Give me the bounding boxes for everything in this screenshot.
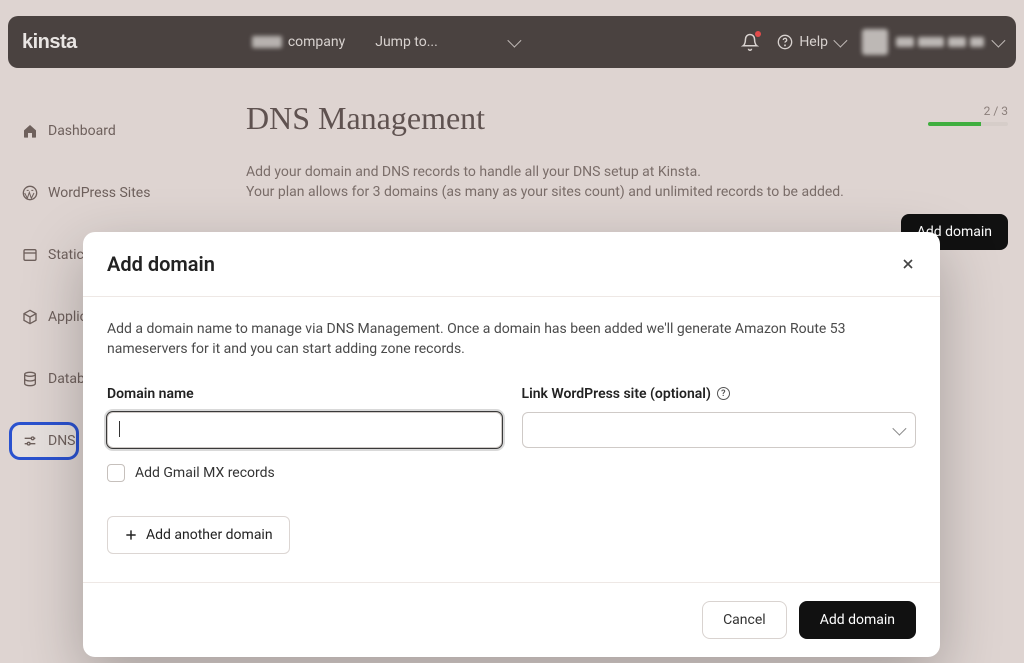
modal-body: Add a domain name to manage via DNS Mana… xyxy=(83,297,940,582)
help-label: Help xyxy=(799,34,828,50)
page-desc-line: Add your domain and DNS records to handl… xyxy=(246,163,1008,183)
page-description: Add your domain and DNS records to handl… xyxy=(246,163,1008,202)
top-bar: kinsta company Jump to... Help xyxy=(8,16,1016,68)
browser-icon xyxy=(22,247,38,263)
link-wp-label: Link WordPress site (optional) ? xyxy=(522,386,917,402)
domain-name-input[interactable] xyxy=(107,412,502,448)
add-domain-submit-label: Add domain xyxy=(820,612,895,628)
domains-progress: 2 / 3 xyxy=(928,104,1008,126)
link-wp-label-text: Link WordPress site (optional) xyxy=(522,386,711,402)
company-selector[interactable]: company xyxy=(252,34,345,50)
modal-footer: Cancel Add domain xyxy=(83,582,940,657)
topbar-center: company Jump to... xyxy=(252,34,518,50)
modal-description: Add a domain name to manage via DNS Mana… xyxy=(107,319,916,360)
company-suffix: company xyxy=(288,34,345,50)
cancel-button[interactable]: Cancel xyxy=(702,601,787,639)
help-circle-icon xyxy=(777,34,793,50)
chevron-down-icon xyxy=(507,34,521,48)
form-row: Domain name Link WordPress site (optiona… xyxy=(107,386,916,448)
topbar-right: Help xyxy=(741,29,1002,55)
page-title: DNS Management xyxy=(246,100,1008,137)
database-icon xyxy=(22,371,38,387)
progress-bar xyxy=(928,122,1008,126)
sidebar-item-wordpress[interactable]: WordPress Sites xyxy=(12,177,212,209)
account-menu[interactable] xyxy=(862,29,1002,55)
jump-to-dropdown[interactable]: Jump to... xyxy=(375,34,518,50)
account-name-redacted xyxy=(896,37,984,47)
page-content: DNS Management 2 / 3 Add your domain and… xyxy=(246,100,1008,202)
company-name-redacted xyxy=(252,36,282,48)
notifications-button[interactable] xyxy=(741,33,759,51)
sidebar-item-dashboard[interactable]: Dashboard xyxy=(12,115,212,147)
add-another-domain-button[interactable]: Add another domain xyxy=(107,516,290,554)
wordpress-icon xyxy=(22,185,38,201)
modal-header: Add domain xyxy=(83,232,940,297)
sidebar-item-label: WordPress Sites xyxy=(48,185,150,201)
jump-to-label: Jump to... xyxy=(375,34,438,50)
help-menu[interactable]: Help xyxy=(777,34,844,50)
gmail-mx-checkbox[interactable] xyxy=(107,464,125,482)
kinsta-logo: kinsta xyxy=(22,31,77,54)
link-wp-field-group: Link WordPress site (optional) ? xyxy=(522,386,917,448)
chevron-down-icon xyxy=(892,421,906,435)
add-domain-modal: Add domain Add a domain name to manage v… xyxy=(83,232,940,657)
plus-icon xyxy=(124,528,138,542)
sidebar-item-label: DNS xyxy=(48,433,76,449)
gmail-mx-row: Add Gmail MX records xyxy=(107,464,916,482)
sliders-icon xyxy=(22,433,38,449)
domain-name-label: Domain name xyxy=(107,386,502,402)
home-icon xyxy=(22,123,38,139)
gmail-mx-label: Add Gmail MX records xyxy=(135,465,275,481)
progress-text: 2 / 3 xyxy=(928,104,1008,118)
notification-dot xyxy=(755,31,761,37)
page-desc-line: Your plan allows for 3 domains (as many … xyxy=(246,183,1008,203)
add-domain-submit-button[interactable]: Add domain xyxy=(799,601,916,639)
cancel-label: Cancel xyxy=(723,612,766,628)
modal-title: Add domain xyxy=(107,252,215,276)
sidebar-item-dns[interactable]: DNS xyxy=(12,425,76,457)
chevron-down-icon xyxy=(991,34,1005,48)
close-icon[interactable] xyxy=(900,256,916,272)
cube-icon xyxy=(22,309,38,325)
add-another-label: Add another domain xyxy=(146,527,273,543)
domain-name-field-group: Domain name xyxy=(107,386,502,448)
link-wp-select[interactable] xyxy=(522,412,917,448)
avatar xyxy=(862,29,888,55)
sidebar-item-label: Dashboard xyxy=(48,123,116,139)
chevron-down-icon xyxy=(833,34,847,48)
help-tooltip-icon[interactable]: ? xyxy=(717,387,730,400)
